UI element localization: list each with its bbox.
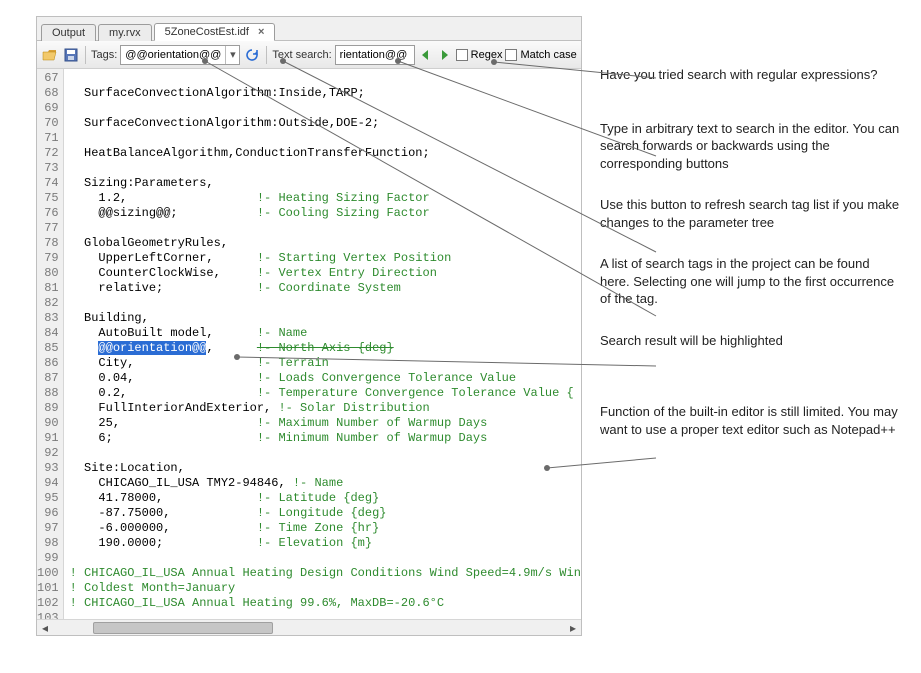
- regex-label: Regex: [471, 49, 503, 61]
- code-line: CHICAGO_IL_USA TMY2-94846, !- Name: [70, 476, 581, 491]
- code-line: 0.2, !- Temperature Convergence Toleranc…: [70, 386, 581, 401]
- tags-dropdown[interactable]: @@orientation@@ ▾: [120, 45, 240, 65]
- code-line: [70, 101, 581, 116]
- search-input[interactable]: [335, 45, 415, 65]
- code-line: [70, 446, 581, 461]
- code-line: [70, 131, 581, 146]
- annotations: Have you tried search with regular expre…: [600, 60, 900, 463]
- search-next-button[interactable]: [437, 47, 453, 63]
- code-line: ! CHICAGO_IL_USA Annual Heating 99.6%, M…: [70, 596, 581, 611]
- code-line: FullInteriorAndExterior, !- Solar Distri…: [70, 401, 581, 416]
- code-line: City, !- Terrain: [70, 356, 581, 371]
- code-line: [70, 161, 581, 176]
- note-tags: A list of search tags in the project can…: [600, 255, 900, 308]
- tab-myrvx[interactable]: my.rvx: [98, 24, 152, 41]
- refresh-icon[interactable]: [243, 46, 261, 64]
- tags-value: @@orientation@@: [121, 49, 225, 61]
- code-line: [70, 221, 581, 236]
- editor-window: Output my.rvx 5ZoneCostEst.idf × Tags: @…: [36, 16, 582, 636]
- code-lines[interactable]: SurfaceConvectionAlgorithm:Inside,TARP; …: [64, 69, 581, 619]
- code-line: ! CHICAGO_IL_USA Annual Heating Design C…: [70, 566, 581, 581]
- chevron-down-icon[interactable]: ▾: [225, 46, 239, 64]
- code-line: ! Coldest Month=January: [70, 581, 581, 596]
- code-line: UpperLeftCorner, !- Starting Vertex Posi…: [70, 251, 581, 266]
- note-highlight: Search result will be highlighted: [600, 332, 900, 350]
- code-line: CounterClockWise, !- Vertex Entry Direct…: [70, 266, 581, 281]
- code-line: [70, 71, 581, 86]
- save-icon[interactable]: [62, 46, 80, 64]
- line-gutter: 6768697071727374757677787980818283848586…: [37, 69, 64, 619]
- scroll-right-icon[interactable]: ▸: [565, 621, 581, 635]
- code-line: 0.04, !- Loads Convergence Tolerance Val…: [70, 371, 581, 386]
- code-line: 190.0000; !- Elevation {m}: [70, 536, 581, 551]
- code-line: GlobalGeometryRules,: [70, 236, 581, 251]
- code-line: @@sizing@@; !- Cooling Sizing Factor: [70, 206, 581, 221]
- tab-idf[interactable]: 5ZoneCostEst.idf ×: [154, 23, 276, 41]
- tab-strip: Output my.rvx 5ZoneCostEst.idf ×: [37, 17, 581, 41]
- code-line: [70, 296, 581, 311]
- code-line: Building,: [70, 311, 581, 326]
- code-line: AutoBuilt model, !- Name: [70, 326, 581, 341]
- matchcase-label: Match case: [520, 49, 576, 61]
- checkbox-box: [505, 49, 517, 61]
- tab-output[interactable]: Output: [41, 24, 96, 41]
- close-icon[interactable]: ×: [258, 26, 264, 38]
- code-line: Sizing:Parameters,: [70, 176, 581, 191]
- code-line: -6.000000, !- Time Zone {hr}: [70, 521, 581, 536]
- scroll-left-icon[interactable]: ◂: [37, 621, 53, 635]
- code-line: -87.75000, !- Longitude {deg}: [70, 506, 581, 521]
- code-line: [70, 611, 581, 619]
- tab-label: 5ZoneCostEst.idf: [165, 26, 249, 38]
- checkbox-box: [456, 49, 468, 61]
- search-prev-button[interactable]: [418, 47, 434, 63]
- code-line: @@orientation@@, !- North Axis {deg}: [70, 341, 581, 356]
- regex-checkbox[interactable]: Regex: [456, 49, 503, 61]
- code-area: 6768697071727374757677787980818283848586…: [37, 69, 581, 619]
- tags-label: Tags:: [91, 49, 117, 61]
- code-line: 6; !- Minimum Number of Warmup Days: [70, 431, 581, 446]
- note-limited: Function of the built-in editor is still…: [600, 403, 900, 438]
- code-line: Site:Location,: [70, 461, 581, 476]
- code-line: SurfaceConvectionAlgorithm:Outside,DOE-2…: [70, 116, 581, 131]
- horizontal-scrollbar[interactable]: ◂ ▸: [37, 619, 581, 635]
- note-regex: Have you tried search with regular expre…: [600, 66, 900, 84]
- tab-label: Output: [52, 27, 85, 39]
- search-label: Text search:: [272, 49, 331, 61]
- matchcase-checkbox[interactable]: Match case: [505, 49, 576, 61]
- code-line: [70, 551, 581, 566]
- code-line: SurfaceConvectionAlgorithm:Inside,TARP;: [70, 86, 581, 101]
- scroll-thumb[interactable]: [93, 622, 273, 634]
- code-line: 25, !- Maximum Number of Warmup Days: [70, 416, 581, 431]
- code-line: 41.78000, !- Latitude {deg}: [70, 491, 581, 506]
- code-line: relative; !- Coordinate System: [70, 281, 581, 296]
- note-textsearch: Type in arbitrary text to search in the …: [600, 120, 900, 173]
- note-refresh: Use this button to refresh search tag li…: [600, 196, 900, 231]
- toolbar: Tags: @@orientation@@ ▾ Text search: Reg…: [37, 41, 581, 69]
- open-icon[interactable]: [41, 46, 59, 64]
- tab-label: my.rvx: [109, 27, 141, 39]
- code-line: 1.2, !- Heating Sizing Factor: [70, 191, 581, 206]
- code-line: HeatBalanceAlgorithm,ConductionTransferF…: [70, 146, 581, 161]
